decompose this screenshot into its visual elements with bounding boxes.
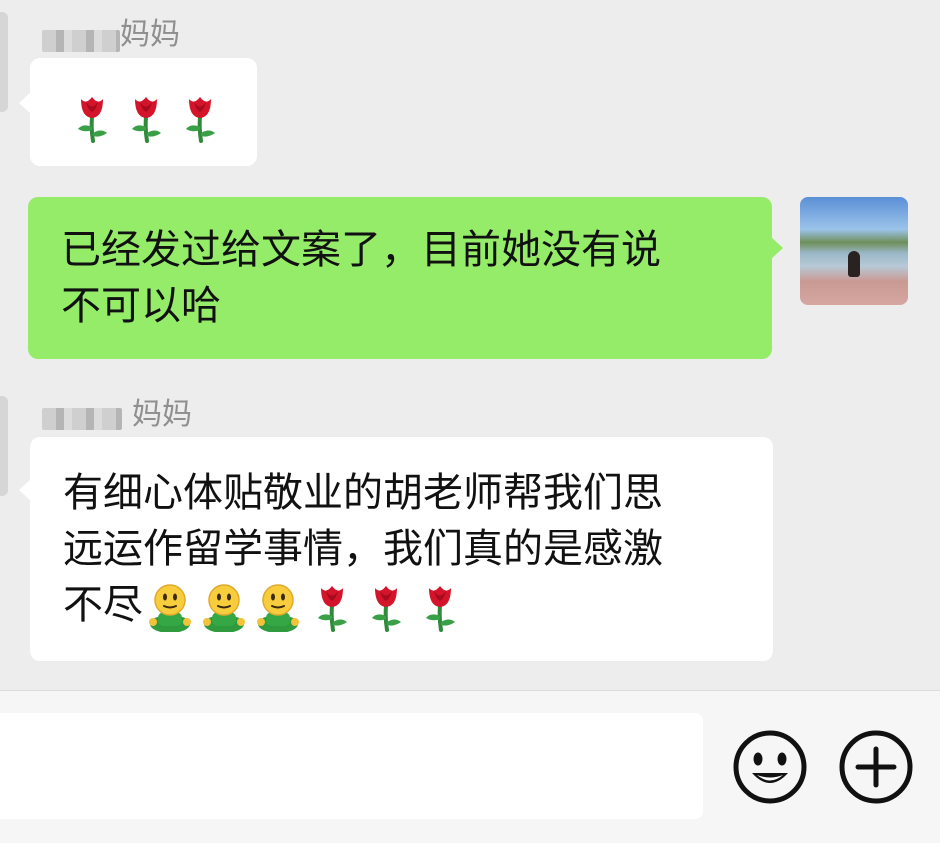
message-line: 不尽 <box>63 582 143 628</box>
bubble-tail <box>19 479 31 501</box>
message-bubble-incoming[interactable] <box>19 58 257 166</box>
blurred-name-prefix <box>42 30 120 52</box>
bubble-tail <box>19 92 31 114</box>
sender-name: 妈妈 <box>120 17 180 52</box>
message-line: 已经发过给文案了，目前她没有说 <box>61 227 661 273</box>
smiley-person-emoji <box>144 582 196 632</box>
message-line: 不可以哈 <box>61 283 221 329</box>
message-input[interactable] <box>0 713 703 819</box>
message-bubble-outgoing[interactable]: 已经发过给文案了，目前她没有说 不可以哈 <box>28 197 783 359</box>
rose-emoji <box>418 582 462 632</box>
emoji-row <box>65 88 227 144</box>
message-line: 远运作留学事情，我们真的是感激 <box>63 526 663 572</box>
message-text: 有细心体贴敬业的胡老师帮我们思 远运作留学事情，我们真的是感激 不尽 <box>63 465 743 633</box>
message-text: 已经发过给文案了，目前她没有说 不可以哈 <box>61 222 741 334</box>
my-avatar[interactable] <box>800 197 908 305</box>
sender-avatar-edge[interactable] <box>0 396 8 496</box>
smiley-person-emoji <box>198 582 250 632</box>
message-line: 有细心体贴敬业的胡老师帮我们思 <box>63 470 663 516</box>
rose-emoji <box>310 582 354 632</box>
rose-emoji <box>364 582 408 632</box>
input-toolbar <box>0 690 940 843</box>
message-line-with-emoji: 不尽 <box>63 577 743 633</box>
blurred-name-prefix <box>42 408 122 430</box>
smiley-face-icon[interactable] <box>730 727 810 807</box>
plus-circle-icon[interactable] <box>836 727 916 807</box>
message-bubble-incoming[interactable]: 有细心体贴敬业的胡老师帮我们思 远运作留学事情，我们真的是感激 不尽 <box>19 437 773 661</box>
sender-name: 妈妈 <box>132 397 192 432</box>
avatar-figure <box>848 251 860 277</box>
rose-emoji <box>124 93 168 143</box>
bubble-tail <box>771 237 783 259</box>
chat-message-list[interactable]: 妈妈 已经发过给文案了，目前她没有说 不可以哈 妈妈 有细心体贴敬业的胡老师帮我… <box>0 0 940 690</box>
rose-emoji <box>178 93 222 143</box>
smiley-person-emoji <box>252 582 304 632</box>
rose-emoji <box>70 93 114 143</box>
sender-avatar-edge[interactable] <box>0 12 8 112</box>
